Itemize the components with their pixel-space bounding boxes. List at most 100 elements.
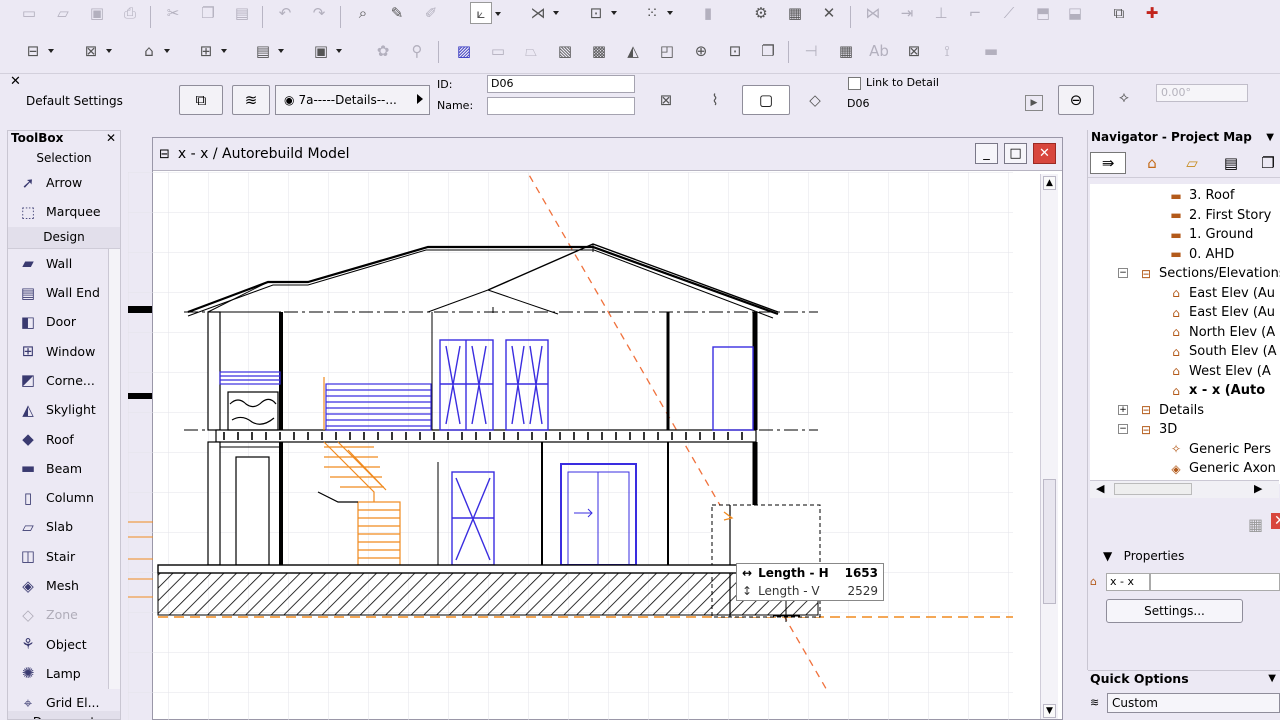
new-file-icon[interactable]: ▭ <box>18 2 40 24</box>
fill-icon[interactable]: ▭ <box>487 40 509 62</box>
layer-button[interactable]: ≋ <box>232 85 270 115</box>
tool-window[interactable]: ⊞ Window <box>8 336 120 365</box>
project-map-icon[interactable]: ⌂ <box>1140 152 1164 174</box>
marker-icon[interactable]: ✚ <box>1141 2 1163 24</box>
scroll-thumb[interactable] <box>1043 479 1056 604</box>
tool-beam[interactable]: ▬ Beam <box>8 454 120 483</box>
tree-item[interactable]: ▬ 3. Roof <box>1168 186 1234 205</box>
tree-item[interactable]: ✧ Generic Pers <box>1168 440 1271 459</box>
angle-icon[interactable]: ⟡ <box>1113 86 1135 108</box>
id-field[interactable]: D06 <box>487 75 635 93</box>
inject-parameters-icon[interactable]: ✐ <box>420 2 442 24</box>
navigator-mode-icon[interactable]: ⇛ <box>1090 152 1126 174</box>
properties-name-field[interactable] <box>1150 573 1280 591</box>
properties-header[interactable]: ▼ Properties <box>1103 549 1184 563</box>
scroll-left-icon[interactable]: ◀ <box>1096 482 1104 495</box>
navigator-hscroll[interactable]: ◀ ▶ <box>1090 480 1279 498</box>
grid-snap-icon[interactable]: ⁙ <box>641 2 673 24</box>
cut-plane-icon[interactable]: ◰ <box>656 40 678 62</box>
tree-item[interactable]: ⌂ East Elev (Au <box>1168 284 1275 303</box>
tool-stair[interactable]: ◫ Stair <box>8 542 120 571</box>
layout-view-icon[interactable]: ▣ <box>310 40 342 62</box>
chevron-down-icon[interactable]: ▼ <box>1268 673 1276 684</box>
close-icon[interactable]: ✕ <box>106 131 116 148</box>
tree-item[interactable]: − ⊟ Sections/Elevations <box>1118 264 1280 283</box>
pick-up-parameters-icon[interactable]: ✎ <box>386 2 408 24</box>
save-icon[interactable]: ▣ <box>86 2 108 24</box>
line-tool-icon[interactable]: ▨ <box>453 40 475 62</box>
tree-item[interactable]: + ⊟ Details <box>1118 401 1204 420</box>
intersect-icon[interactable]: ⊥ <box>930 2 952 24</box>
globe-icon[interactable]: ⊕ <box>690 40 712 62</box>
tool-wall[interactable]: ▰ Wall <box>8 249 120 278</box>
floor-plan-view-icon[interactable]: ⊟ <box>22 40 54 62</box>
undo-icon[interactable]: ↶ <box>274 2 296 24</box>
offset-icon[interactable]: ⟋ <box>998 2 1020 24</box>
orientation-button[interactable]: ⊖ <box>1058 85 1094 115</box>
split-icon[interactable]: ⋈ <box>862 2 884 24</box>
marker-type-icon[interactable]: ⊠ <box>655 89 677 111</box>
arrow-right-icon[interactable]: ▶ <box>1025 95 1043 111</box>
lock-icon[interactable]: ▮ <box>697 2 719 24</box>
tool-skylight[interactable]: ◭ Skylight <box>8 395 120 424</box>
delete-icon[interactable]: ✕ <box>1271 513 1280 529</box>
publisher-icon[interactable]: ❐ <box>1256 152 1280 174</box>
new-view-icon[interactable]: ▦ <box>1248 515 1263 534</box>
close-x-icon[interactable]: ✕ <box>818 2 840 24</box>
redo-icon[interactable]: ↷ <box>308 2 330 24</box>
tool-marquee[interactable]: ⬚ Marquee <box>8 197 120 226</box>
scroll-right-icon[interactable]: ▶ <box>1254 482 1262 495</box>
marker-tool-icon[interactable]: ⊡ <box>724 40 746 62</box>
tree-item[interactable]: ⌂ South Elev (A <box>1168 342 1276 361</box>
text-icon[interactable]: Ab <box>868 40 890 62</box>
teamwork-icon[interactable]: ⧉ <box>1108 2 1130 24</box>
tool-roof[interactable]: ◆ Roof <box>8 424 120 453</box>
tool-mesh[interactable]: ◈ Mesh <box>8 571 120 600</box>
tree-item[interactable]: ▬ 1. Ground <box>1168 225 1253 244</box>
dimension-icon[interactable]: ⊣ <box>800 40 822 62</box>
tool-lamp[interactable]: ✺ Lamp <box>8 659 120 688</box>
layout-book-icon[interactable]: ▤ <box>1219 152 1243 174</box>
publish-icon[interactable]: ▬ <box>980 40 1002 62</box>
level-icon[interactable]: ▦ <box>835 40 857 62</box>
snap-icon[interactable]: ⊡ <box>585 2 617 24</box>
fillet-icon[interactable]: ⌐ <box>964 2 986 24</box>
scroll-up-icon[interactable]: ▲ <box>1043 176 1056 190</box>
tree-item[interactable]: ▬ 0. AHD <box>1168 245 1234 264</box>
worksheet-view-icon[interactable]: ▤ <box>252 40 284 62</box>
minimize-button[interactable]: _ <box>975 143 998 164</box>
name-field[interactable] <box>487 97 635 115</box>
fly-icon[interactable]: ⚲ <box>406 40 428 62</box>
settings-button[interactable]: Settings... <box>1106 599 1243 623</box>
group-icon[interactable]: ⬒ <box>1032 2 1054 24</box>
tree-item[interactable]: ⌂ x - x (Auto <box>1168 381 1265 400</box>
tool-column[interactable]: ▯ Column <box>8 483 120 512</box>
document-section[interactable]: Document <box>8 711 120 719</box>
hatch-icon[interactable]: ▧ <box>554 40 576 62</box>
close-icon[interactable]: ✕ <box>10 74 21 89</box>
settings-dialog-button[interactable]: ⧉ <box>179 85 223 115</box>
view-map-icon[interactable]: ▱ <box>1180 152 1204 174</box>
elevation-view-icon[interactable]: ⌂ <box>138 40 170 62</box>
walk-icon[interactable]: ✿ <box>372 40 394 62</box>
gravity-icon[interactable]: ⟀ <box>470 2 501 24</box>
detail-view-icon[interactable]: ⊞ <box>195 40 227 62</box>
toolbox-scrollbar[interactable] <box>108 249 120 689</box>
polyline-icon[interactable]: ⏢ <box>520 40 542 62</box>
copy-tool-icon[interactable]: ❐ <box>757 40 779 62</box>
layer-combo-icon[interactable]: ▦ <box>784 2 806 24</box>
scroll-down-icon[interactable]: ▼ <box>1043 704 1056 718</box>
tree-item[interactable]: ⌂ East Elev (Au <box>1168 303 1275 322</box>
tree-item[interactable]: ▬ 2. First Story <box>1168 206 1271 225</box>
layer-select[interactable]: ◉ 7a-----Details--... <box>275 85 430 115</box>
design-section[interactable]: Design <box>8 226 120 249</box>
selection-section[interactable]: Selection <box>8 148 120 168</box>
adjust-icon[interactable]: ⇥ <box>896 2 918 24</box>
tool-door[interactable]: ◧ Door <box>8 307 120 336</box>
quick-options-select[interactable]: Custom <box>1107 693 1280 713</box>
tree-item[interactable]: ◈ Generic Axon <box>1168 459 1276 478</box>
collapse-icon[interactable]: − <box>1118 424 1128 434</box>
ungroup-icon[interactable]: ⬓ <box>1064 2 1086 24</box>
tool-slab[interactable]: ▱ Slab <box>8 512 120 541</box>
find-select-icon[interactable]: ⌕ <box>352 2 374 24</box>
